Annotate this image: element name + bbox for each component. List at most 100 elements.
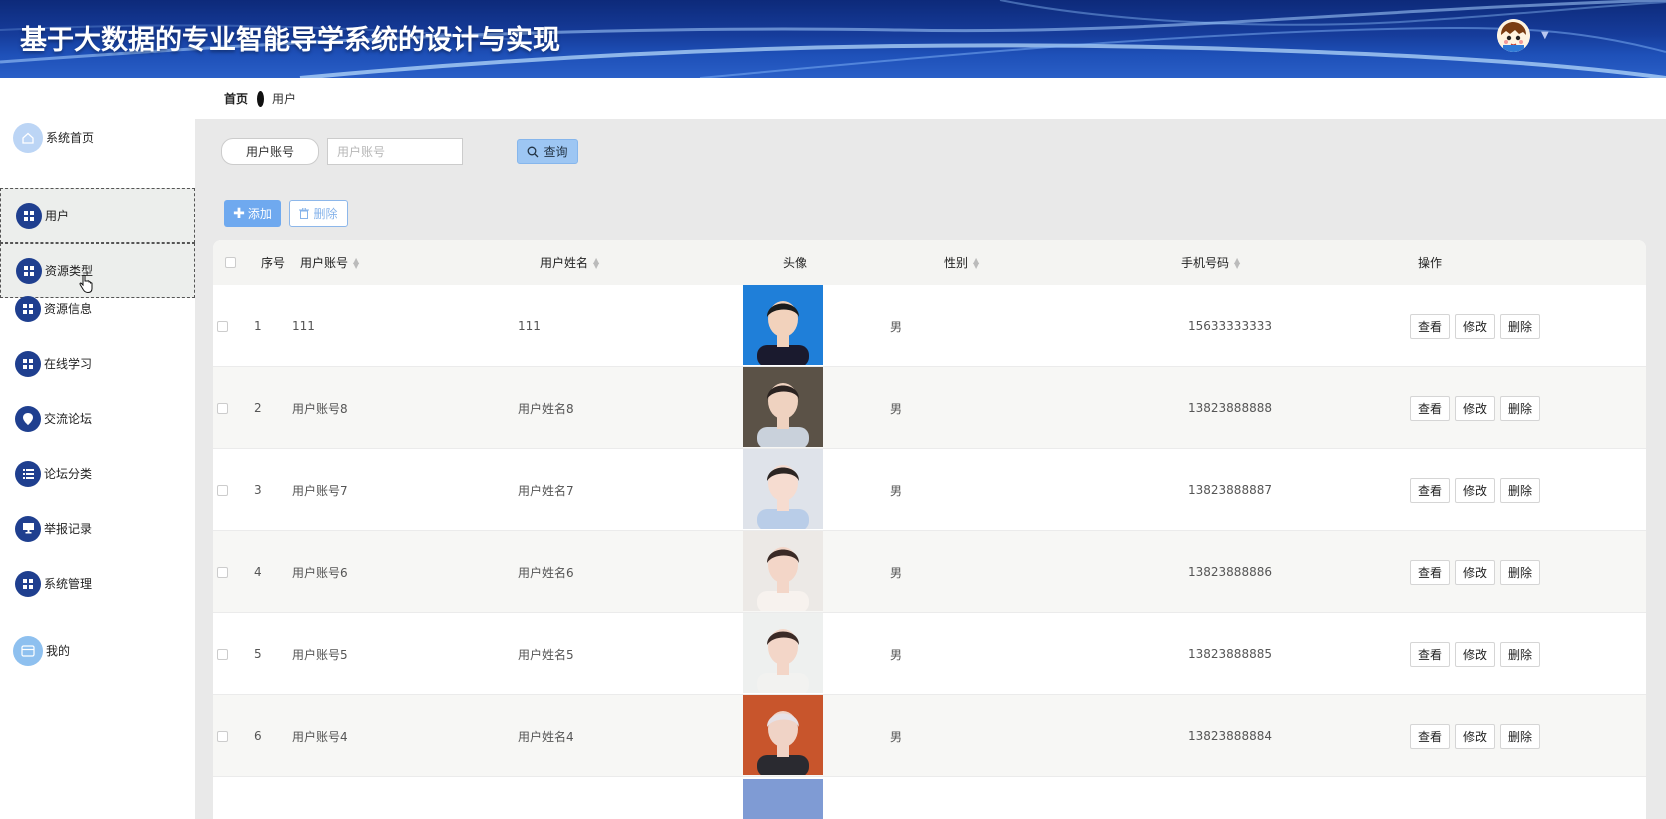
delete-button[interactable]: 删除 bbox=[1500, 559, 1541, 585]
sort-icon[interactable]: ▲ ▼ bbox=[353, 256, 359, 269]
row-checkbox[interactable] bbox=[217, 695, 228, 777]
sidebar-item-resource-info[interactable]: 资源信息 bbox=[0, 281, 195, 336]
user-menu-chevron-down-icon[interactable]: ▼ bbox=[1541, 30, 1549, 41]
column-header-gender[interactable]: 性别 ▲ ▼ bbox=[944, 240, 979, 285]
sidebar-item-label: 用户 bbox=[45, 209, 70, 223]
view-button[interactable]: 查看 bbox=[1410, 313, 1451, 339]
sort-icon[interactable]: ▲ ▼ bbox=[1234, 256, 1240, 269]
table-row[interactable]: 2 用户账号8 用户姓名8 男 13823888888 查看 修改 删除 bbox=[213, 367, 1646, 449]
column-header-label: 用户账号 bbox=[300, 256, 349, 270]
avatar-photo[interactable] bbox=[743, 695, 823, 775]
table-row[interactable]: 6 用户账号4 用户姓名4 男 13823888884 查看 修改 删除 bbox=[213, 695, 1646, 777]
select-all-checkbox[interactable] bbox=[225, 240, 236, 285]
avatar-photo[interactable] bbox=[743, 449, 823, 529]
grid-icon bbox=[16, 257, 42, 284]
search-input[interactable] bbox=[327, 138, 463, 165]
edit-button[interactable]: 修改 bbox=[1455, 559, 1496, 585]
cell-account: 用户账号7 bbox=[292, 483, 348, 498]
delete-button[interactable]: 删除 bbox=[1500, 723, 1541, 749]
sidebar-item-forum-category[interactable]: 论坛分类 bbox=[0, 446, 195, 501]
cell-phone: 13823888887 bbox=[1188, 483, 1272, 497]
grid-icon bbox=[15, 570, 41, 597]
cell-index: 5 bbox=[254, 647, 262, 661]
column-header-name[interactable]: 用户姓名 ▲ ▼ bbox=[540, 240, 599, 285]
sidebar-item-label: 论坛分类 bbox=[44, 467, 93, 481]
row-checkbox[interactable] bbox=[217, 285, 228, 367]
breadcrumb-home[interactable]: 首页 bbox=[224, 90, 248, 107]
delete-button[interactable]: 删除 bbox=[1500, 477, 1541, 503]
delete-button[interactable]: 删除 bbox=[1500, 641, 1541, 667]
avatar-photo[interactable] bbox=[743, 531, 823, 611]
sort-icon[interactable]: ▲ ▼ bbox=[593, 256, 599, 269]
row-checkbox[interactable] bbox=[217, 367, 228, 449]
column-header-phone[interactable]: 手机号码 ▲ ▼ bbox=[1181, 240, 1240, 285]
sidebar-item-label: 举报记录 bbox=[44, 522, 93, 536]
cell-gender: 男 bbox=[890, 565, 903, 580]
sidebar-item-system-management[interactable]: 系统管理 bbox=[0, 556, 195, 611]
edit-button[interactable]: 修改 bbox=[1455, 395, 1496, 421]
delete-button[interactable]: 删除 bbox=[1500, 395, 1541, 421]
column-header-label: 手机号码 bbox=[1181, 256, 1230, 270]
view-button[interactable]: 查看 bbox=[1410, 477, 1451, 503]
cell-index: 4 bbox=[254, 565, 262, 579]
sidebar-item-users[interactable]: 用户 bbox=[0, 188, 195, 243]
cell-name: 用户姓名7 bbox=[518, 483, 574, 498]
sidebar-item-reports[interactable]: 举报记录 bbox=[0, 501, 195, 556]
column-header-label: 用户姓名 bbox=[540, 256, 589, 270]
avatar-photo[interactable] bbox=[743, 613, 823, 693]
user-avatar[interactable] bbox=[1497, 19, 1530, 52]
grid-icon bbox=[15, 350, 41, 377]
avatar-photo[interactable] bbox=[743, 285, 823, 365]
row-actions: 查看 修改 删除 bbox=[1410, 285, 1545, 367]
breadcrumb: 首页 用户 bbox=[195, 78, 1666, 119]
list-icon bbox=[15, 460, 41, 487]
edit-button[interactable]: 修改 bbox=[1455, 641, 1496, 667]
sidebar-item-online-learning[interactable]: 在线学习 bbox=[0, 336, 195, 391]
cell-index: 6 bbox=[254, 729, 262, 743]
query-button[interactable]: 查询 bbox=[517, 139, 578, 164]
cell-phone: 15633333333 bbox=[1188, 319, 1272, 333]
edit-button[interactable]: 修改 bbox=[1455, 723, 1496, 749]
edit-button[interactable]: 修改 bbox=[1455, 477, 1496, 503]
view-button[interactable]: 查看 bbox=[1410, 723, 1451, 749]
view-button[interactable]: 查看 bbox=[1410, 395, 1451, 421]
sidebar-item-label: 系统首页 bbox=[46, 131, 95, 145]
edit-button[interactable]: 修改 bbox=[1455, 313, 1496, 339]
sidebar-item-mine[interactable]: 我的 bbox=[0, 623, 195, 678]
add-button[interactable]: ✚ 添加 bbox=[224, 200, 281, 227]
row-checkbox[interactable] bbox=[217, 531, 228, 613]
sidebar-item-label: 资源信息 bbox=[44, 302, 93, 316]
row-checkbox[interactable] bbox=[217, 449, 228, 531]
search-icon bbox=[528, 146, 539, 157]
table-row[interactable]: 5 用户账号5 用户姓名5 男 13823888885 查看 修改 删除 bbox=[213, 613, 1646, 695]
column-header-label: 性别 bbox=[944, 256, 969, 270]
cell-phone: 13823888884 bbox=[1188, 729, 1272, 743]
plus-icon: ✚ bbox=[233, 205, 245, 222]
table-row[interactable]: 3 用户账号7 用户姓名7 男 13823888887 查看 修改 删除 bbox=[213, 449, 1646, 531]
view-button[interactable]: 查看 bbox=[1410, 641, 1451, 667]
home-icon bbox=[13, 122, 43, 153]
row-checkbox[interactable] bbox=[217, 613, 228, 695]
grid-icon bbox=[15, 295, 41, 322]
avatar-cartoon-icon bbox=[1497, 19, 1530, 52]
delete-button[interactable]: 删除 bbox=[1500, 313, 1541, 339]
row-actions: 查看 修改 删除 bbox=[1410, 449, 1545, 531]
sidebar-item-home[interactable]: 系统首页 bbox=[0, 110, 195, 165]
cell-phone: 13823888885 bbox=[1188, 647, 1272, 661]
sort-icon[interactable]: ▲ ▼ bbox=[973, 256, 979, 269]
avatar-photo[interactable] bbox=[743, 367, 823, 447]
table-row[interactable]: 4 用户账号6 用户姓名6 男 13823888886 查看 修改 删除 bbox=[213, 531, 1646, 613]
sidebar-item-forum[interactable]: 交流论坛 bbox=[0, 391, 195, 446]
breadcrumb-current: 用户 bbox=[272, 92, 297, 106]
cell-name: 用户姓名4 bbox=[518, 729, 574, 744]
cell-index: 3 bbox=[254, 483, 262, 497]
row-actions: 查看 修改 删除 bbox=[1410, 367, 1545, 449]
sidebar-item-label: 我的 bbox=[46, 644, 71, 658]
view-button[interactable]: 查看 bbox=[1410, 559, 1451, 585]
batch-delete-button[interactable]: 删除 bbox=[289, 200, 348, 227]
column-header-account[interactable]: 用户账号 ▲ ▼ bbox=[300, 240, 359, 285]
location-icon bbox=[15, 405, 41, 432]
table-row[interactable]: 1 111 111 男 15633333333 查看 修改 删除 bbox=[213, 285, 1646, 367]
column-header-avatar: 头像 bbox=[783, 256, 808, 270]
cell-name: 用户姓名8 bbox=[518, 401, 574, 416]
